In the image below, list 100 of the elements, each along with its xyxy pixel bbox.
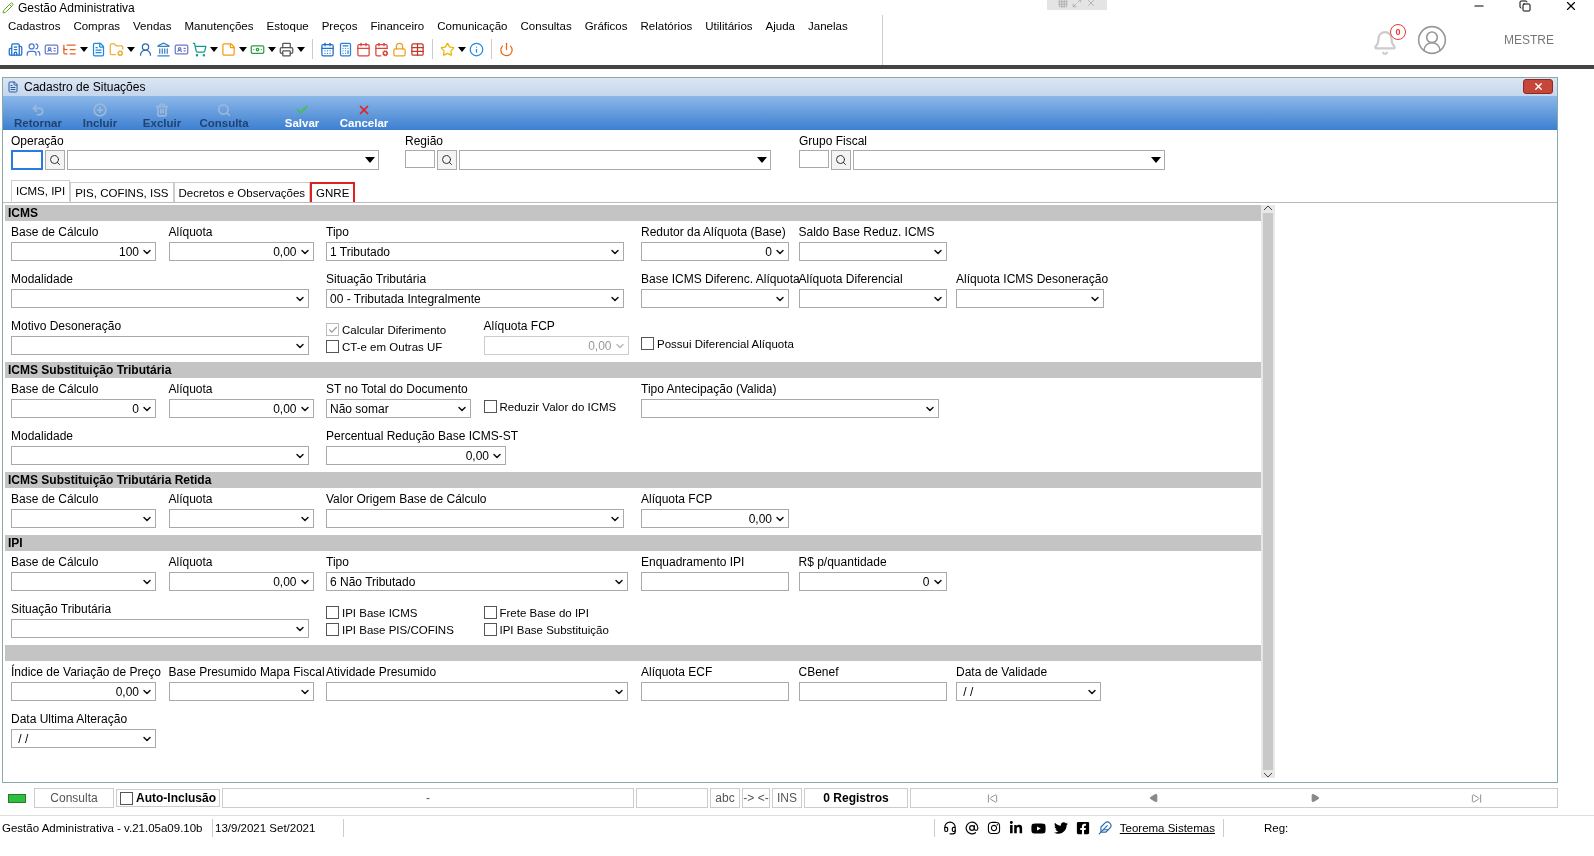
calendar-icon[interactable] xyxy=(356,41,371,57)
last-button[interactable] xyxy=(1470,792,1482,804)
dropdown-field[interactable] xyxy=(798,242,947,261)
tab[interactable]: ICMS, IPI xyxy=(11,180,71,202)
dropdown-field[interactable]: 100 xyxy=(11,242,156,261)
checkbox[interactable]: CT-e em Outras UF xyxy=(326,340,484,353)
dropdown-field[interactable]: 0 xyxy=(641,242,789,261)
dropdown-field[interactable] xyxy=(326,509,624,528)
dropdown-field[interactable] xyxy=(853,150,1165,170)
calendar-icon[interactable] xyxy=(320,41,335,57)
menu-item[interactable]: Relatórios xyxy=(640,20,693,32)
dropdown-field[interactable]: 00 - Tributada Integralmente xyxy=(326,289,624,308)
close-button[interactable] xyxy=(1523,79,1553,94)
calendar-gear-icon[interactable] xyxy=(374,41,389,57)
caret-icon[interactable] xyxy=(80,46,88,52)
search-button[interactable] xyxy=(831,150,851,170)
avatar-icon[interactable] xyxy=(1416,24,1448,56)
tab[interactable]: GNRE xyxy=(310,182,356,202)
toolbar-button[interactable]: Cancelar xyxy=(333,98,395,130)
dropdown-field[interactable] xyxy=(956,289,1104,308)
toolbar-button[interactable]: Salvar xyxy=(271,98,333,130)
document-icon[interactable] xyxy=(91,41,106,57)
menu-item[interactable]: Comunicação xyxy=(437,20,508,32)
dropdown-field[interactable] xyxy=(11,572,156,591)
menu-item[interactable]: Janelas xyxy=(808,20,848,32)
feather-icon[interactable] xyxy=(1097,821,1112,835)
dropdown-field[interactable] xyxy=(11,446,309,465)
dropdown-field[interactable] xyxy=(168,509,314,528)
company-link[interactable]: Teorema Sistemas xyxy=(1119,822,1215,834)
dropdown-field[interactable] xyxy=(67,150,379,170)
star-icon[interactable] xyxy=(440,41,455,57)
checkbox[interactable]: IPI Base ICMS xyxy=(326,606,484,619)
code-field[interactable] xyxy=(11,150,43,170)
search-button[interactable] xyxy=(437,150,457,170)
previous-button[interactable] xyxy=(1148,793,1159,803)
power-icon[interactable] xyxy=(499,41,514,57)
bank-icon[interactable] xyxy=(156,41,171,57)
menu-item[interactable]: Consultas xyxy=(520,20,572,32)
user-icon[interactable] xyxy=(138,41,153,57)
dropdown-field[interactable]: / / xyxy=(11,729,156,748)
dropdown-field[interactable] xyxy=(326,682,628,701)
checkbox[interactable]: Auto-Inclusão xyxy=(116,789,220,807)
headset-icon[interactable] xyxy=(942,821,957,835)
code-field[interactable] xyxy=(405,150,435,168)
dropdown-field[interactable] xyxy=(11,289,309,308)
search-button[interactable] xyxy=(45,150,65,170)
checkbox[interactable]: IPI Base PIS/COFINS xyxy=(326,623,484,636)
tab[interactable]: PIS, COFINS, ISS xyxy=(70,182,174,202)
building-icon[interactable] xyxy=(8,41,23,57)
code-field[interactable] xyxy=(799,150,829,168)
at-sign-icon[interactable] xyxy=(964,821,979,835)
id-card-icon[interactable] xyxy=(174,41,189,57)
caret-icon[interactable] xyxy=(268,46,276,52)
caret-icon[interactable] xyxy=(458,46,466,52)
dropdown-field[interactable] xyxy=(641,399,939,418)
printer-icon[interactable] xyxy=(279,41,294,57)
twitter-icon[interactable] xyxy=(1053,821,1068,835)
dropdown-field[interactable] xyxy=(11,619,309,638)
scrollbar[interactable] xyxy=(1261,205,1275,778)
menu-item[interactable]: Ajuda xyxy=(765,20,795,32)
first-button[interactable] xyxy=(986,792,998,804)
menu-item[interactable]: Cadastros xyxy=(8,20,61,32)
instagram-icon[interactable] xyxy=(986,821,1001,835)
checkbox[interactable]: Possui Diferencial Alíquota xyxy=(641,337,799,350)
caret-icon[interactable] xyxy=(127,46,135,52)
input-field[interactable] xyxy=(641,682,789,701)
info-icon[interactable] xyxy=(469,41,484,57)
dropdown-field[interactable] xyxy=(11,336,309,355)
id-card-icon[interactable] xyxy=(44,41,59,57)
scroll-up-icon[interactable] xyxy=(1264,205,1272,211)
checkbox[interactable]: IPI Base Substituição xyxy=(483,623,641,636)
menu-item[interactable]: Compras xyxy=(73,20,121,32)
dropdown-field[interactable] xyxy=(11,509,156,528)
menu-item[interactable]: Utilitários xyxy=(705,20,753,32)
linkedin-icon[interactable] xyxy=(1008,821,1023,835)
dropdown-field[interactable] xyxy=(798,289,947,308)
facebook-icon[interactable] xyxy=(1075,821,1090,835)
dropdown-field[interactable] xyxy=(168,682,314,701)
checkbox[interactable]: Frete Base do IPI xyxy=(483,606,641,619)
input-field[interactable] xyxy=(641,572,789,591)
dropdown-field[interactable]: 0,00 xyxy=(326,446,506,465)
menu-item[interactable]: Preços xyxy=(321,20,358,32)
menu-item[interactable]: Vendas xyxy=(133,20,172,32)
input-field[interactable] xyxy=(798,682,947,701)
checkbox[interactable]: Reduzir Valor do ICMS xyxy=(483,400,641,413)
dropdown-field[interactable]: Não somar xyxy=(326,399,471,418)
dropdown-field[interactable]: 0,00 xyxy=(11,682,156,701)
notification-button[interactable]: 0 xyxy=(1372,24,1406,56)
caret-icon[interactable] xyxy=(210,46,218,52)
dropdown-field[interactable]: / / xyxy=(956,682,1101,701)
dropdown-field[interactable]: 0 xyxy=(11,399,156,418)
dropdown-field[interactable]: 0,00 xyxy=(168,242,314,261)
scroll-down-icon[interactable] xyxy=(1264,772,1272,778)
menu-item[interactable]: Financeiro xyxy=(370,20,425,32)
dropdown-field[interactable]: 6 Não Tributado xyxy=(326,572,628,591)
dropdown-field[interactable]: 1 Tributado xyxy=(326,242,624,261)
menu-item[interactable]: Estoque xyxy=(266,20,309,32)
dropdown-field[interactable] xyxy=(459,150,771,170)
next-button[interactable] xyxy=(1309,793,1320,803)
dropdown-field[interactable]: 0 xyxy=(798,572,947,591)
